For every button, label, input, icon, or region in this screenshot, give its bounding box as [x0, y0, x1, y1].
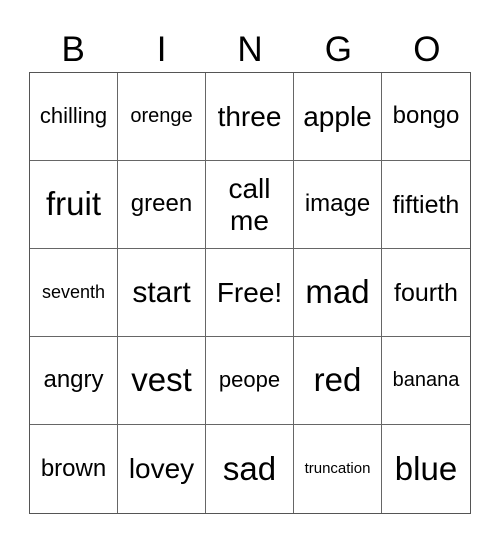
- bingo-cell: chilling: [30, 73, 118, 161]
- bingo-cell: green: [118, 161, 206, 249]
- bingo-cell: apple: [294, 73, 382, 161]
- bingo-cell: banana: [382, 337, 470, 425]
- free-space: Free!: [206, 249, 294, 337]
- bingo-cell: three: [206, 73, 294, 161]
- header-letter-g: G: [324, 30, 353, 69]
- bingo-cell: start: [118, 249, 206, 337]
- bingo-cell: truncation: [294, 425, 382, 513]
- bingo-grid: chilling orenge three apple bongo fruit …: [29, 72, 471, 514]
- bingo-cell: peope: [206, 337, 294, 425]
- header-letter-n: N: [237, 30, 263, 69]
- bingo-cell: orenge: [118, 73, 206, 161]
- bingo-cell: sad: [206, 425, 294, 513]
- bingo-cell: bongo: [382, 73, 470, 161]
- bingo-cell: lovey: [118, 425, 206, 513]
- bingo-cell: blue: [394, 449, 458, 487]
- bingo-cell: mad: [294, 249, 382, 337]
- bingo-cell: angry: [30, 337, 118, 425]
- header-letter-o: O: [413, 30, 441, 69]
- bingo-cell: fiftieth: [382, 161, 470, 249]
- bingo-cell: call me: [206, 161, 294, 249]
- bingo-cell: image: [294, 161, 382, 249]
- bingo-cell: seventh: [30, 249, 118, 337]
- bingo-cell: brown: [30, 425, 118, 513]
- bingo-cell: fruit: [30, 161, 118, 249]
- bingo-cell: red: [294, 337, 382, 425]
- header-letter-b: B: [61, 30, 85, 69]
- header-letter-i: I: [156, 30, 167, 69]
- bingo-cell: fourth: [382, 249, 470, 337]
- bingo-header: B I N G O: [29, 30, 471, 70]
- bingo-cell: vest: [118, 337, 206, 425]
